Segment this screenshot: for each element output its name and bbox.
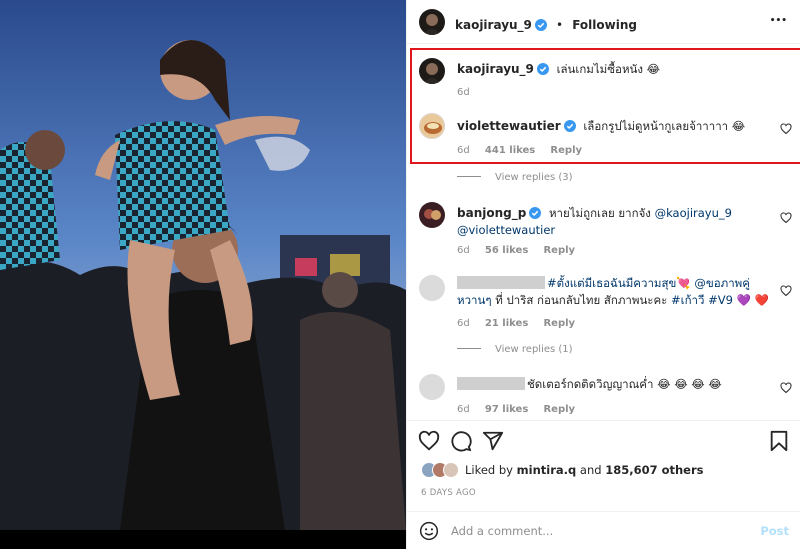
redacted-username <box>457 377 525 390</box>
post-photo[interactable] <box>0 0 406 549</box>
comment-likes[interactable]: 21 likes <box>485 318 528 329</box>
mention-link[interactable]: @violettewautier <box>457 223 555 237</box>
liker-username[interactable]: mintira.q <box>517 463 577 477</box>
commenter-avatar[interactable] <box>419 202 445 228</box>
verified-badge-icon <box>534 19 547 31</box>
comment-time[interactable]: 6d <box>457 404 470 415</box>
bookmark-icon[interactable] <box>768 430 790 452</box>
hashtag-link[interactable]: #V9 <box>708 293 733 307</box>
comment-text: ที่ ปาริส ก่อนกลับไทย สักภาพนะคะ <box>491 293 672 307</box>
comment-input[interactable] <box>451 520 751 542</box>
heart-icon[interactable] <box>780 285 792 297</box>
following-button[interactable]: Following <box>572 18 637 32</box>
add-comment-bar: Post <box>407 511 800 549</box>
author-avatar[interactable] <box>419 9 445 35</box>
likes-prefix: Liked by <box>465 463 517 477</box>
comment-likes[interactable]: 97 likes <box>485 404 528 415</box>
heart-icon[interactable] <box>780 382 792 394</box>
likes-and: and <box>576 463 606 477</box>
comment-item: #ตั้งแต่มีเธอฉันมีความสุข💘 @ขอภาพคู่หวาน… <box>407 275 800 337</box>
separator-dot: • <box>556 18 564 32</box>
author-username[interactable]: kaojirayu_9 <box>455 18 532 32</box>
reply-button[interactable]: Reply <box>543 245 575 256</box>
emoji-icon[interactable] <box>419 521 439 541</box>
verified-badge-icon <box>529 207 542 219</box>
share-icon[interactable] <box>482 430 504 452</box>
liker-avatars <box>421 462 461 478</box>
comment-emoji: 💘 <box>676 276 691 290</box>
highlight-box <box>410 48 800 164</box>
heart-icon[interactable] <box>780 212 792 224</box>
comment-text: ชัดเตอร์กดติดวิญญาณค่ำ 😂 😂 😂 😂 <box>527 377 722 391</box>
mention-link[interactable]: @kaojirayu_9 <box>655 206 732 220</box>
comment-time[interactable]: 6d <box>457 245 470 256</box>
comment-text: หายไม่ถูกเลย ยากจัง <box>548 206 655 220</box>
comment-meta: 6d 56 likes Reply <box>457 245 587 256</box>
comment-body: #ตั้งแต่มีเธอฉันมีความสุข💘 @ขอภาพคู่หวาน… <box>457 275 773 309</box>
comment-likes[interactable]: 56 likes <box>485 245 528 256</box>
comment-emoji: 💜 ❤️ <box>736 293 769 307</box>
post-header: kaojirayu_9 • Following ••• <box>407 0 800 44</box>
more-icon[interactable]: ••• <box>770 16 787 26</box>
like-heart-icon[interactable] <box>418 430 440 452</box>
likes-count[interactable]: 185,607 others <box>605 463 703 477</box>
hashtag-link[interactable]: #เก้าวี <box>671 293 704 307</box>
comment-time[interactable]: 6d <box>457 318 470 329</box>
post-date[interactable]: 6 DAYS AGO <box>421 488 476 498</box>
likes-summary: Liked by mintira.q and 185,607 others <box>421 462 704 478</box>
view-replies-button[interactable]: View replies (3) <box>457 172 573 183</box>
comment-item: banjong_p หายไม่ถูกเลย ยากจัง @kaojirayu… <box>407 202 800 262</box>
redacted-username <box>457 276 545 289</box>
action-bar <box>407 420 800 460</box>
reply-button[interactable]: Reply <box>543 318 575 329</box>
hashtag-link[interactable]: #ตั้งแต่มีเธอฉันมีความสุข <box>547 276 676 290</box>
comment-username[interactable]: banjong_p <box>457 206 526 220</box>
header-title-row: kaojirayu_9 • Following <box>455 14 637 33</box>
reply-button[interactable]: Reply <box>543 404 575 415</box>
view-replies-button[interactable]: View replies (1) <box>457 344 573 355</box>
post-sidebar: kaojirayu_9 • Following ••• kaojirayu_9 … <box>406 0 800 549</box>
comment-icon[interactable] <box>450 430 472 452</box>
instagram-post-view: kaojirayu_9 • Following ••• kaojirayu_9 … <box>0 0 800 549</box>
commenter-avatar[interactable] <box>419 275 445 301</box>
comment-body: banjong_p หายไม่ถูกเลย ยากจัง @kaojirayu… <box>457 205 773 239</box>
commenter-avatar[interactable] <box>419 374 445 400</box>
comment-body: ชัดเตอร์กดติดวิญญาณค่ำ 😂 😂 😂 😂 <box>457 376 773 393</box>
comment-item: ชัดเตอร์กดติดวิญญาณค่ำ 😂 😂 😂 😂 6d 97 lik… <box>407 374 800 420</box>
comment-meta: 6d 21 likes Reply <box>457 318 587 329</box>
comment-meta: 6d 97 likes Reply <box>457 404 587 415</box>
post-button[interactable]: Post <box>760 524 789 538</box>
